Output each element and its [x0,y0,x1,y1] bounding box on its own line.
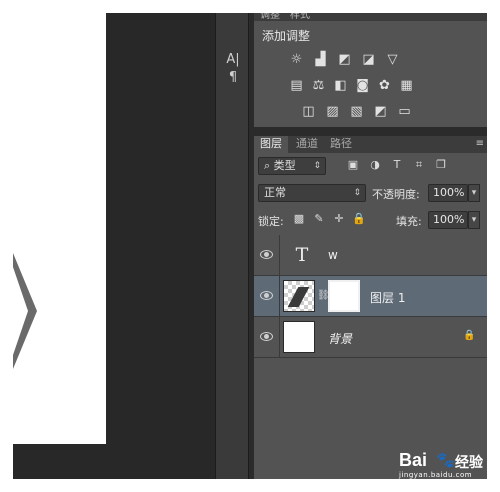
filter-type-icon[interactable]: T [390,158,404,172]
layer-name[interactable]: 图层 1 [370,289,405,306]
layers-panel: 图层 通道 路径 ≡ ⌕ 类型 ⇕ ▣ ◑ T ⌗ ❐ 正常 ⇕ 不透明度: 1… [254,136,487,479]
black-white-icon[interactable]: ◧ [332,77,349,94]
character-icon[interactable]: A| [223,51,243,69]
layer-list: T w ⛓ 图层 1 背景 🔒 [254,235,487,479]
eye-icon [260,332,273,341]
layer-thumbnail[interactable] [283,280,315,312]
layer-row-background[interactable]: 背景 🔒 [254,317,487,358]
link-chain-icon[interactable]: ⛓ [317,288,330,304]
adjustments-title: 添加调整 [262,29,311,43]
opacity-label: 不透明度: [372,188,420,201]
adjustments-row-3: ◫ ▨ ▧ ◩ ▭ [254,103,487,125]
posterize-icon[interactable]: ▨ [324,103,341,120]
filter-adjustment-icon[interactable]: ◑ [368,158,382,172]
opacity-dropdown-button[interactable]: ▾ [468,184,480,202]
canvas-area[interactable] [13,13,215,479]
filter-smart-object-icon[interactable]: ❐ [434,158,448,172]
tab-channels[interactable]: 通道 [290,136,324,153]
layer-mask-thumbnail[interactable] [328,280,360,312]
visibility-toggle[interactable] [254,235,280,275]
invert-icon[interactable]: ◫ [300,103,317,120]
panel-tool-strip: A| ¶ [215,13,249,479]
baidu-paw-icon: 🐾 [436,451,455,469]
selective-color-icon[interactable]: ◩ [372,103,389,120]
visibility-toggle[interactable] [254,317,280,357]
adjustments-tabbar: 调整 样式 [254,13,487,21]
tab-styles[interactable]: 样式 [290,13,310,21]
search-icon: ⌕ [264,159,274,172]
levels-icon[interactable]: ▟ [312,51,329,68]
adjustments-panel: 调整 样式 添加调整 ☼ ▟ ◩ ◪ ▽ ▤ ⚖ ◧ ◙ ✿ ▦ ◫ ▨ ▧ ◩… [254,13,487,127]
lock-label: 锁定: [258,215,284,228]
filter-pixel-icon[interactable]: ▣ [346,158,360,172]
photo-filter-icon[interactable]: ◙ [354,77,371,94]
color-balance-icon[interactable]: ⚖ [310,77,327,94]
threshold-icon[interactable]: ▧ [348,103,365,120]
tab-adjustments[interactable]: 调整 [260,13,280,21]
blend-row: 正常 ⇕ 不透明度: 100% ▾ [254,181,487,205]
lock-transparency-icon[interactable]: ▩ [292,212,306,226]
visibility-toggle[interactable] [254,276,280,316]
text-layer-icon: T [295,244,309,266]
layer-row-layer1[interactable]: ⛓ 图层 1 [254,276,487,317]
eye-icon [260,250,273,259]
adjustments-row-2: ▤ ⚖ ◧ ◙ ✿ ▦ [254,77,487,99]
fill-label: 填充: [396,215,422,228]
document-canvas[interactable] [13,13,106,444]
chevron-updown-icon: ⇕ [313,161,321,171]
exposure-icon[interactable]: ◪ [360,51,377,68]
eye-icon [260,291,273,300]
lock-icon: 🔒 [463,330,476,341]
panel-menu-icon[interactable]: ≡ [476,136,484,153]
layer-name[interactable]: 背景 [328,330,352,347]
brightness-icon[interactable]: ☼ [288,51,305,68]
filter-kind-label: 类型 [273,159,296,172]
lock-brush-icon[interactable]: ✎ [312,212,326,226]
baidu-logo-text: Bai [399,450,428,470]
layer-row-text[interactable]: T w [254,235,487,276]
canvas-shape-inner [13,267,28,355]
curves-icon[interactable]: ◩ [336,51,353,68]
thumbnail-shape [287,287,310,307]
lock-all-icon[interactable]: 🔒 [352,212,366,226]
baidu-jingyan-watermark: Bai 🐾 经验 jingyan.baidu.com [399,450,487,479]
photoshop-window: A| ¶ 调整 样式 添加调整 ☼ ▟ ◩ ◪ ▽ ▤ ⚖ ◧ ◙ ✿ ▦ ◫ … [13,13,487,479]
channel-mixer-icon[interactable]: ✿ [376,77,393,94]
tab-layers[interactable]: 图层 [254,136,288,153]
gradient-map-icon[interactable]: ▭ [396,103,413,120]
fill-dropdown-button[interactable]: ▾ [468,211,480,229]
layer-name[interactable]: w [328,248,338,262]
blend-mode-label: 正常 [264,186,286,199]
layers-tabbar: 图层 通道 路径 ≡ [254,136,487,153]
blend-mode-select[interactable]: 正常 ⇕ [258,184,366,202]
lock-move-icon[interactable]: ✛ [332,212,346,226]
chevron-updown-icon: ⇕ [353,188,361,198]
paragraph-icon[interactable]: ¶ [223,69,243,87]
color-lookup-icon[interactable]: ▦ [398,77,415,94]
filter-kind-select[interactable]: ⌕ 类型 ⇕ [258,157,326,175]
vibrance-icon[interactable]: ▤ [288,77,305,94]
tab-paths[interactable]: 路径 [324,136,358,153]
baidu-url: jingyan.baidu.com [399,471,473,479]
baidu-jingyan-text: 经验 [455,455,483,471]
fill-field[interactable]: 100% [428,211,468,229]
gradient-triangle-icon[interactable]: ▽ [384,51,401,68]
lock-row: 锁定: ▩ ✎ ✛ 🔒 填充: 100% ▾ [254,208,487,232]
opacity-field[interactable]: 100% [428,184,468,202]
filter-shape-icon[interactable]: ⌗ [412,158,426,172]
adjustments-row-1: ☼ ▟ ◩ ◪ ▽ [254,51,487,73]
panels-column: 调整 样式 添加调整 ☼ ▟ ◩ ◪ ▽ ▤ ⚖ ◧ ◙ ✿ ▦ ◫ ▨ ▧ ◩… [250,13,487,479]
background-thumbnail[interactable] [283,321,315,353]
